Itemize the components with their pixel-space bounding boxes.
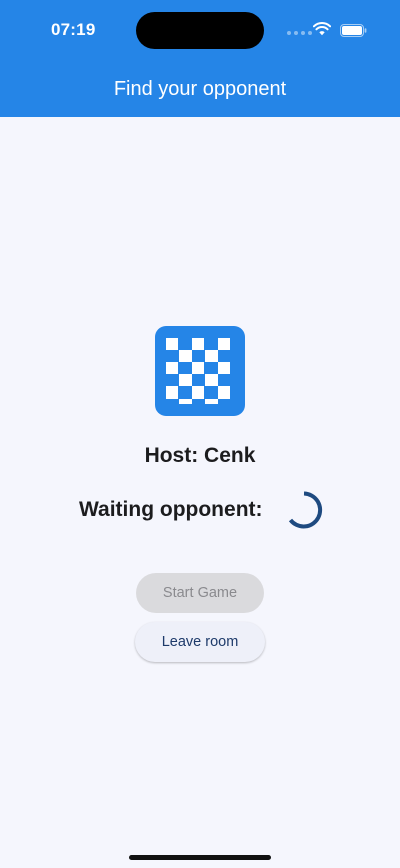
loading-spinner-icon (288, 491, 323, 529)
signal-dots-icon (287, 31, 312, 35)
waiting-opponent-label: Waiting opponent: (79, 498, 263, 521)
app-bar: 07:19 Find your opponent (0, 0, 400, 117)
page-title: Find your opponent (113, 78, 287, 100)
home-indicator (129, 855, 271, 860)
wifi-icon (313, 22, 331, 36)
checkerboard-icon (155, 326, 245, 416)
host-label: Host: Cenk (144, 444, 256, 467)
start-game-button[interactable]: Start Game (136, 573, 264, 613)
leave-room-button[interactable]: Leave room (135, 622, 265, 662)
battery-icon (340, 24, 367, 37)
status-time: 07:19 (51, 20, 96, 39)
dynamic-island (136, 12, 264, 49)
